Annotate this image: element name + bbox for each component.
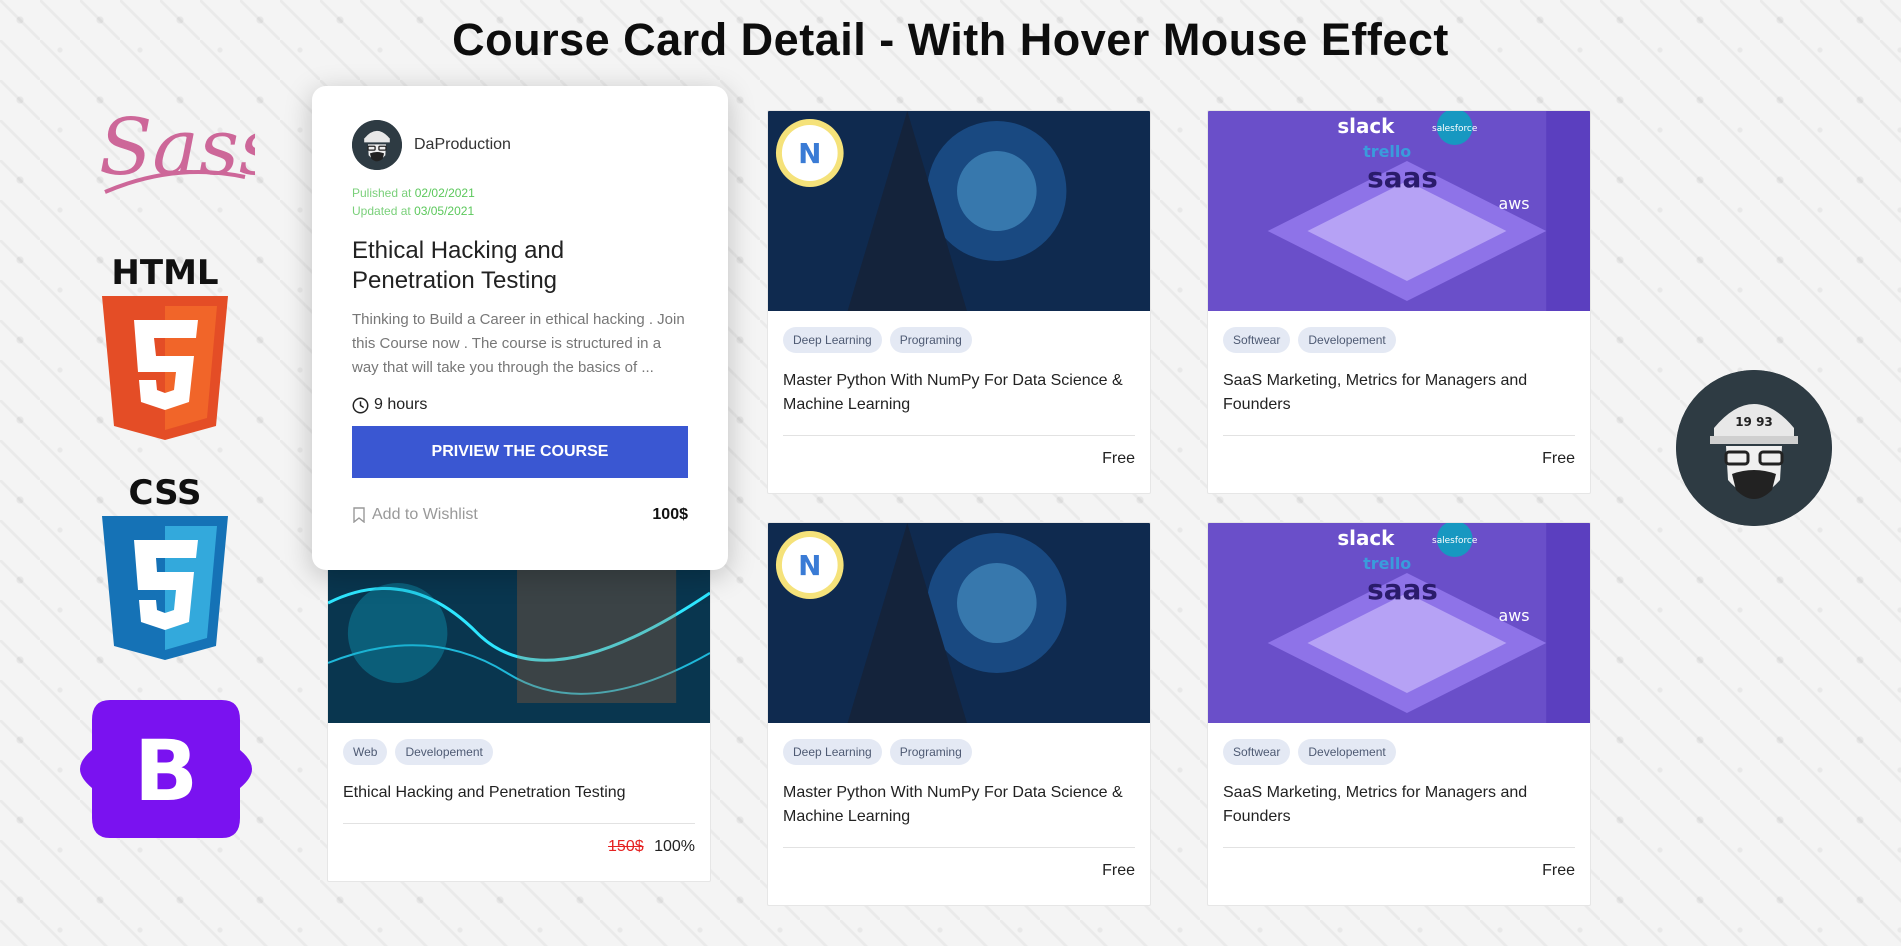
tag[interactable]: Programing [889,327,972,353]
course-price: Free [1542,862,1575,879]
tag[interactable]: Deep Learning [783,327,882,353]
svg-text:trello: trello [1363,142,1411,161]
course-title[interactable]: Ethical Hacking and Penetration Testing [352,236,688,296]
course-price: Free [1102,450,1135,467]
bearded-man-icon: 19 93 [1676,370,1832,526]
updated-label: Updated at [352,204,411,218]
add-to-wishlist-link[interactable]: Add to Wishlist [352,506,478,524]
author: DaProduction [352,120,688,170]
css3-logo: CSS [102,473,228,660]
course-price: Free [1102,862,1135,879]
profile-avatar: 19 93 [1676,370,1832,526]
wishlist-label: Add to Wishlist [372,506,478,523]
course-title[interactable]: Ethical Hacking and Penetration Testing [328,765,710,823]
course-card[interactable]: N Deep Learning Programing Master Python… [767,110,1151,494]
svg-text:saas: saas [1367,573,1438,606]
tag[interactable]: Developement [1298,327,1396,353]
course-card[interactable]: slack salesforce saas aws trello Softwea… [1207,110,1591,494]
course-duration: 9 hours [352,396,688,414]
course-card[interactable]: Web Developement Ethical Hacking and Pen… [327,522,711,882]
course-title[interactable]: SaaS Marketing, Metrics for Managers and… [1208,765,1590,847]
svg-text:19 93: 19 93 [1735,415,1773,429]
svg-text:slack: slack [1337,114,1395,138]
svg-text:saas: saas [1367,161,1438,194]
svg-text:trello: trello [1363,554,1411,573]
svg-text:aws: aws [1498,606,1529,625]
svg-text:salesforce: salesforce [1432,536,1478,546]
clock-icon [352,397,369,413]
published-label: Pulished at [352,186,412,200]
bootstrap-logo: B [80,700,252,838]
svg-text:B: B [134,722,198,820]
tag[interactable]: Developement [395,739,493,765]
svg-text:Sass: Sass [99,103,255,193]
course-price: 100$ [652,506,688,523]
svg-text:N: N [798,549,821,582]
old-price: 150$ [608,838,644,855]
page-title: Course Card Detail - With Hover Mouse Ef… [452,14,1449,65]
discount-price: 100% [654,838,695,855]
course-thumbnail: slack salesforce saas aws trello [1208,523,1590,723]
course-price: Free [1542,450,1575,467]
html5-logo: HTML [102,253,228,440]
course-thumbnail: N [768,523,1150,723]
course-dates: Pulished at 02/02/2021 Updated at 03/05/… [352,184,688,220]
course-description: Thinking to Build a Career in ethical ha… [352,311,685,376]
svg-text:aws: aws [1498,194,1529,213]
course-thumbnail: N [768,111,1150,311]
sass-logo: Sass [99,103,255,194]
tag[interactable]: Softwear [1223,739,1291,765]
svg-text:salesforce: salesforce [1432,124,1478,134]
course-title[interactable]: SaaS Marketing, Metrics for Managers and… [1208,353,1590,435]
svg-text:slack: slack [1337,526,1395,550]
svg-text:HTML: HTML [111,253,218,293]
tag[interactable]: Developement [1298,739,1396,765]
tag[interactable]: Web [343,739,388,765]
course-card[interactable]: slack salesforce saas aws trello Softwea… [1207,522,1591,906]
course-detail-hover-card[interactable]: DaProduction Pulished at 02/02/2021 Upda… [312,86,728,570]
author-avatar [352,120,402,170]
bookmark-icon [353,507,365,523]
course-thumbnail: slack salesforce saas aws trello [1208,111,1590,311]
duration-text: 9 hours [374,396,428,413]
preview-course-button[interactable]: PRIVIEW THE COURSE [352,426,688,478]
tag[interactable]: Deep Learning [783,739,882,765]
svg-text:N: N [798,137,821,170]
author-name[interactable]: DaProduction [414,136,511,154]
svg-text:CSS: CSS [128,473,201,513]
updated-date: 03/05/2021 [414,204,475,218]
course-title[interactable]: Master Python With NumPy For Data Scienc… [768,353,1150,435]
tag[interactable]: Softwear [1223,327,1291,353]
tag[interactable]: Programing [889,739,972,765]
published-date: 02/02/2021 [414,186,475,200]
course-price: 150$ 100% [328,824,710,856]
course-card[interactable]: N Deep Learning Programing Master Python… [767,522,1151,906]
bearded-man-icon [352,120,402,170]
course-title[interactable]: Master Python With NumPy For Data Scienc… [768,765,1150,847]
